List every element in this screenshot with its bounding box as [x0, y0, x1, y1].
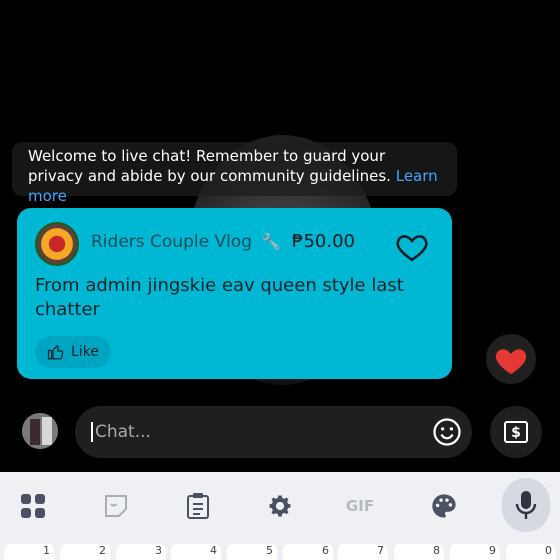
gif-button[interactable]: GIF	[340, 486, 380, 526]
super-chat-card[interactable]: Riders Couple Vlog 🔧 ₱50.00 From admin j…	[17, 208, 452, 379]
clipboard-icon[interactable]	[178, 486, 218, 526]
like-button[interactable]: Like	[35, 336, 111, 368]
user-avatar[interactable]	[22, 413, 58, 449]
key-9[interactable]: 9	[450, 544, 500, 560]
welcome-text: Welcome to live chat! Remember to guard …	[28, 147, 391, 185]
heart-icon	[495, 349, 527, 374]
wrench-icon: 🔧	[261, 232, 281, 251]
welcome-banner: Welcome to live chat! Remember to guard …	[12, 142, 457, 205]
key-8[interactable]: 8	[394, 544, 444, 560]
svg-text:$: $	[511, 425, 521, 441]
key-3[interactable]: 3	[116, 544, 166, 560]
channel-avatar[interactable]	[35, 222, 79, 266]
key-2[interactable]: 2	[60, 544, 110, 560]
mic-button[interactable]	[502, 478, 550, 532]
keyboard-toolbar: GIF	[0, 472, 560, 540]
keyboard-number-row: 1 2 3 4 5 6 7 8 9 0	[0, 540, 560, 560]
dollar-bill-icon: $	[504, 421, 528, 443]
chat-input-container[interactable]	[75, 406, 472, 458]
super-chat-message: From admin jingskie eav queen style last…	[35, 275, 404, 320]
key-6[interactable]: 6	[283, 544, 333, 560]
gear-icon[interactable]	[260, 486, 300, 526]
key-4[interactable]: 4	[171, 544, 221, 560]
key-1[interactable]: 1	[4, 544, 54, 560]
super-chat-amount: ₱50.00	[292, 231, 355, 252]
apps-icon[interactable]	[13, 486, 53, 526]
super-chat-button[interactable]: $	[490, 406, 542, 458]
palette-icon[interactable]	[424, 486, 464, 526]
sticker-icon[interactable]	[96, 486, 136, 526]
channel-name[interactable]: Riders Couple Vlog	[91, 232, 252, 252]
mic-icon	[515, 491, 537, 519]
thumbs-up-icon	[47, 345, 64, 360]
emoji-icon[interactable]	[432, 417, 462, 447]
heart-outline-icon[interactable]	[395, 230, 429, 264]
key-7[interactable]: 7	[338, 544, 388, 560]
like-label: Like	[71, 344, 99, 360]
key-5[interactable]: 5	[227, 544, 277, 560]
chat-input[interactable]	[91, 422, 411, 442]
key-0[interactable]: 0	[506, 544, 556, 560]
heart-reaction-button[interactable]	[486, 334, 536, 384]
avatar-photo	[22, 413, 58, 449]
